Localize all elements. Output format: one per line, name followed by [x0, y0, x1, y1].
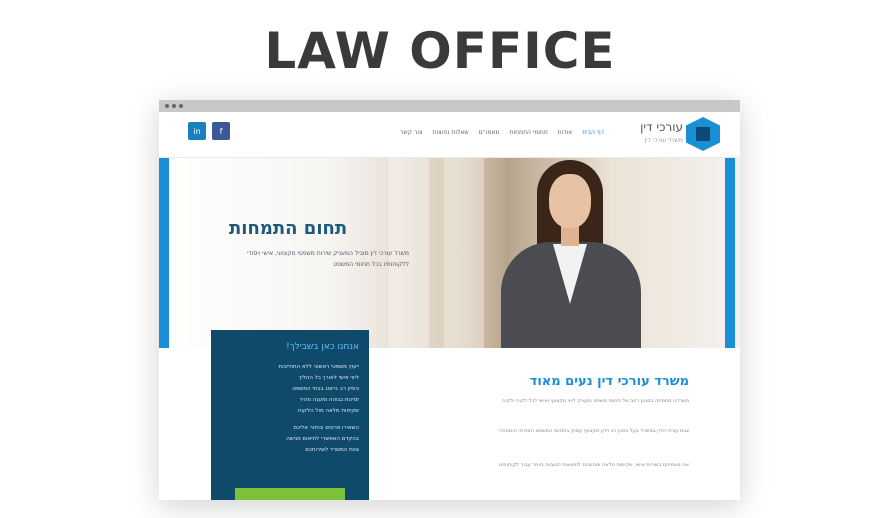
linkedin-icon[interactable]: in [188, 122, 206, 140]
hero-accent-stripe [725, 158, 735, 348]
contact-line: צוות המשרד לשירותכם [305, 447, 359, 453]
paragraph: צוות עורכי הדין במשרד בעל ניסיון רב וידע… [498, 428, 689, 434]
logo-cube-icon[interactable] [686, 117, 720, 151]
window-dot-icon[interactable] [172, 104, 176, 108]
window-dot-icon[interactable] [165, 104, 169, 108]
browser-toolbar [159, 100, 740, 112]
contact-line: ניסיון רב בייצוג בבתי המשפט [292, 386, 359, 392]
contact-line: בהקדם האפשרי לתיאום פגישה [286, 436, 359, 442]
nav-item-contact[interactable]: צור קשר [400, 129, 422, 143]
hero-accent-stripe [159, 158, 169, 348]
site-header: עורכי דין משרד עורכי דין דף הבית אודות ת… [159, 112, 740, 158]
facebook-icon[interactable]: f [212, 122, 230, 140]
contact-panel: אנחנו כאן בשבילך! ייעוץ משפטי ראשוני ללא… [211, 330, 369, 500]
hero-background [444, 158, 484, 348]
contact-line: ליווי אישי לאורך כל ההליך [298, 375, 360, 381]
paragraph: משרדנו מתמחה במגוון רחב של תחומי משפט ומ… [502, 398, 689, 404]
hero-text: משרד עורכי דין מוביל המעניק שירות משפטי … [247, 250, 409, 268]
paragraph: אנו מאמינים בשירות אישי, שקיפות מלאה ומח… [498, 462, 689, 468]
contact-line: השאירו פרטים ונחזור אליכם [293, 425, 359, 431]
hero-portrait-image [479, 158, 649, 348]
logo-subtext: משרד עורכי דין [644, 137, 683, 144]
contact-line: שקיפות מלאה מול הלקוח [297, 408, 359, 414]
main-nav: דף הבית אודות תחומי התמחות מאמרים שאלות … [284, 129, 604, 143]
nav-item-home[interactable]: דף הבית [582, 129, 604, 143]
nav-item-about[interactable]: אודות [558, 129, 573, 143]
nav-item-faq[interactable]: שאלות נפוצות [433, 129, 469, 143]
logo-text[interactable]: עורכי דין [621, 120, 683, 134]
browser-window: עורכי דין משרד עורכי דין דף הבית אודות ת… [159, 100, 740, 500]
page-title: LAW OFFICE [264, 22, 616, 80]
contact-submit-button[interactable] [235, 488, 345, 500]
nav-item-practice[interactable]: תחומי התמחות [510, 129, 548, 143]
hero-banner: תחום התמחות משרד עורכי דין מוביל המעניק … [159, 158, 740, 348]
nav-item-articles[interactable]: מאמרים [479, 129, 500, 143]
contact-title: אנחנו כאן בשבילך! [286, 342, 359, 352]
contact-line: זמינות גבוהה ומענה מהיר [299, 397, 359, 403]
window-dot-icon[interactable] [179, 104, 183, 108]
contact-line: ייעוץ משפטי ראשוני ללא התחייבות [278, 364, 359, 370]
section-title: משרד עורכי דין נעים מאוד [529, 374, 689, 389]
hero-title: תחום התמחות [229, 218, 348, 239]
